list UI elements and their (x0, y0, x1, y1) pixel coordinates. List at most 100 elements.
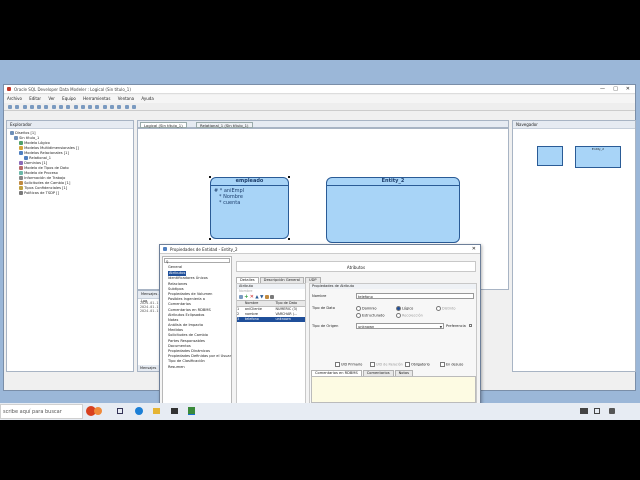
radio-estructurado[interactable]: Estructurado (356, 313, 385, 318)
category-panel: ⚲ General Atributos Identificadores Únic… (162, 256, 232, 405)
redo-icon[interactable] (37, 105, 42, 109)
explorer-icon[interactable] (153, 408, 160, 414)
close-icon[interactable]: ✕ (626, 86, 630, 92)
folder-icon (10, 131, 14, 135)
navigator-title: Navegador (513, 121, 635, 129)
explorer-title: Explorador (7, 121, 133, 129)
delete-icon[interactable] (66, 105, 71, 109)
title-bar: Oracle SQL Developer Data Modeler : Logi… (4, 85, 635, 94)
note-tool-icon[interactable] (88, 105, 93, 109)
sensitive-icon (19, 186, 23, 190)
checkbox-en-desuso[interactable]: En desuso (440, 362, 463, 367)
process-icon (19, 171, 23, 175)
column-header (237, 301, 245, 306)
radio-recoleccion[interactable]: Recolección (396, 313, 423, 318)
edge-icon[interactable] (135, 407, 143, 415)
entity-entity2[interactable]: Entity_2 (326, 177, 460, 243)
chevron-down-icon: ▼ (439, 325, 442, 329)
category-search-input[interactable]: ⚲ (164, 258, 230, 264)
radio-dominio[interactable]: Dominio (356, 306, 377, 311)
copy-attr-icon[interactable] (264, 295, 269, 299)
entity-entity2-title: Entity_2 (381, 178, 405, 184)
open-icon[interactable] (15, 105, 20, 109)
menu-herramientas[interactable]: Herramientas (83, 96, 110, 101)
attribute-properties-panel: Propiedades de Atributo Nombre telefono … (309, 283, 477, 404)
radio-logico[interactable]: Lógico (396, 306, 413, 311)
mail-icon[interactable] (171, 408, 178, 414)
explorer-panel: Explorador Diseños [1] Sin título_1 Mode… (6, 120, 134, 372)
selection-handle[interactable] (209, 176, 211, 178)
menu-bar: Archivo Editar Ver Equipo Herramientas V… (4, 95, 635, 103)
navigator-panel: Navegador Entity_2 (512, 120, 636, 372)
zoom-out-icon[interactable] (102, 105, 107, 109)
category-item[interactable]: General (168, 265, 231, 270)
radio-distinto[interactable]: Distinto (436, 306, 456, 311)
properties-title: Propiedades de Atributo (310, 284, 476, 289)
menu-editar[interactable]: Editar (29, 96, 41, 101)
engineer-icon[interactable] (117, 105, 122, 109)
navigator-mini-entity[interactable] (537, 146, 563, 166)
layout-icon[interactable] (124, 105, 129, 109)
move-down-icon[interactable]: ▼ (260, 295, 263, 300)
table-icon (24, 156, 28, 160)
menu-ayuda[interactable]: Ayuda (141, 96, 153, 101)
fit-icon[interactable] (109, 105, 114, 109)
selection-handle[interactable] (209, 238, 211, 240)
name-input[interactable]: telefono (356, 293, 474, 299)
checkbox-uid-relacion[interactable]: UID de Relación (370, 362, 403, 367)
print-icon[interactable] (131, 105, 136, 109)
taskbar: scribe aquí para buscar (0, 403, 640, 420)
toolbar (4, 103, 635, 111)
menu-equipo[interactable]: Equipo (62, 96, 76, 101)
taskbar-search-input[interactable]: scribe aquí para buscar (0, 404, 83, 419)
model-icon (19, 151, 23, 155)
copy-icon[interactable] (51, 105, 56, 109)
checkbox-obligatorio[interactable]: Obligatorio (405, 362, 430, 367)
selection-handle[interactable] (288, 176, 290, 178)
paste-icon[interactable] (58, 105, 63, 109)
app-avatar-icon[interactable] (94, 407, 102, 415)
new-icon[interactable] (8, 105, 12, 109)
network-icon[interactable] (594, 408, 600, 414)
sqldev-taskbar-icon[interactable] (188, 407, 195, 415)
volume-icon[interactable] (609, 408, 615, 414)
window-title: Oracle SQL Developer Data Modeler : Logi… (14, 87, 131, 92)
selection-handle[interactable] (288, 238, 290, 240)
column-header: Tipo de Dato (275, 301, 298, 305)
preference-label: Preferencia (446, 324, 466, 328)
move-up-icon[interactable]: ▲ (255, 295, 258, 300)
comment-textarea[interactable] (311, 376, 476, 403)
task-view-icon[interactable] (117, 408, 123, 414)
entity-empleado[interactable]: empleado # * aniEmpl * Nombre * cuenta (209, 176, 290, 240)
menu-ver[interactable]: Ver (48, 96, 55, 101)
attribute-list-panel: Atributo Nombre + ✕ ▲ ▼ Nombre Tipo de D… (236, 283, 306, 404)
menu-archivo[interactable]: Archivo (7, 96, 22, 101)
category-item[interactable]: Resumen (168, 365, 231, 370)
settings-icon[interactable] (270, 295, 275, 299)
search-icon: ⚲ (166, 260, 169, 264)
preference-checkbox[interactable] (469, 324, 472, 327)
navigator-mini-entity2[interactable]: Entity_2 (575, 146, 621, 168)
save-icon[interactable] (22, 105, 27, 109)
undo-icon[interactable] (29, 105, 34, 109)
name-label: Nombre (312, 294, 327, 298)
add-icon[interactable]: + (244, 294, 248, 300)
menu-ventana[interactable]: Ventana (118, 96, 134, 101)
model-icon (19, 141, 23, 145)
checkbox-uid-primario[interactable]: UID Primario (335, 362, 362, 367)
table-row-selected[interactable]: 3 telefono unknown (237, 317, 305, 322)
dialog-close-icon[interactable]: ✕ (472, 246, 476, 252)
datatype-icon (19, 166, 23, 170)
zoom-in-icon[interactable] (95, 105, 100, 109)
keyboard-icon[interactable] (580, 408, 588, 414)
relation-tool-icon[interactable] (80, 105, 85, 109)
minimize-icon[interactable]: — (600, 86, 605, 92)
maximize-icon[interactable]: □ (613, 86, 618, 92)
tree-item[interactable]: Políticas de TSDP [] (10, 191, 133, 196)
domain-icon (19, 161, 23, 165)
entity-tool-icon[interactable] (73, 105, 78, 109)
source-type-select[interactable]: unknown ▼ (356, 323, 444, 329)
edit-icon[interactable] (239, 295, 243, 299)
remove-icon[interactable]: ✕ (250, 294, 254, 300)
cut-icon[interactable] (44, 105, 49, 109)
